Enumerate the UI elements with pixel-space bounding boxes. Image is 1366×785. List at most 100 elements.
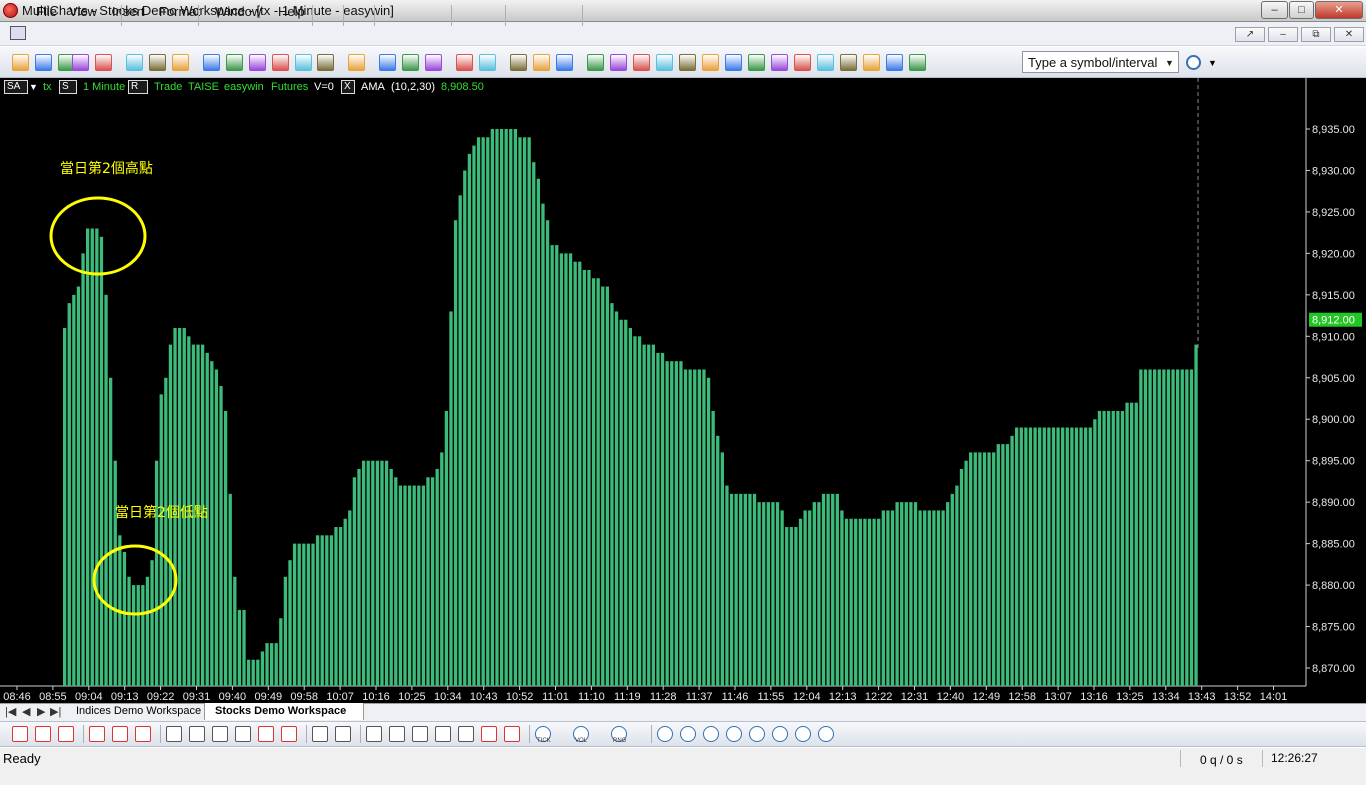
chart-window-icon[interactable] xyxy=(126,54,143,71)
settings-gear-icon[interactable] xyxy=(886,54,903,71)
save-icon[interactable] xyxy=(72,54,89,71)
drag-icon[interactable] xyxy=(533,54,550,71)
scroll-right-icon[interactable] xyxy=(748,54,765,71)
andrews-icon[interactable] xyxy=(235,726,251,742)
arc-icon[interactable] xyxy=(458,726,474,742)
mdi-close-button[interactable]: ✕ xyxy=(1334,27,1364,42)
ellipse-icon[interactable] xyxy=(435,726,451,742)
pitchfork-icon[interactable] xyxy=(135,726,151,742)
menu-insert[interactable]: Insert xyxy=(112,4,145,19)
check-icon[interactable] xyxy=(425,54,442,71)
symbol-input[interactable]: Type a symbol/interval xyxy=(1022,51,1179,73)
strategy-icon[interactable] xyxy=(272,54,289,71)
pointer-icon[interactable] xyxy=(456,54,473,71)
quote-icon[interactable] xyxy=(818,726,834,742)
sync-icon[interactable] xyxy=(680,726,696,742)
close-button[interactable]: ✕ xyxy=(1315,1,1363,19)
bar-back-icon[interactable] xyxy=(610,54,627,71)
format-study-icon[interactable] xyxy=(348,54,365,71)
speed-lines-icon[interactable] xyxy=(281,726,297,742)
mdi-restore-button[interactable]: ⧉ xyxy=(1301,27,1331,42)
x-tick-label: 11:19 xyxy=(614,691,641,703)
menu-window[interactable]: Window xyxy=(215,4,261,19)
move-all-icon[interactable] xyxy=(794,54,811,71)
regression-icon[interactable] xyxy=(212,726,228,742)
gann-square-icon[interactable] xyxy=(312,726,328,742)
channel-icon[interactable] xyxy=(89,726,105,742)
cycle-lines-icon[interactable] xyxy=(258,726,274,742)
grid-icon[interactable] xyxy=(335,726,351,742)
order-bar-icon[interactable] xyxy=(203,54,220,71)
volume-bar xyxy=(757,502,761,686)
volume-bar xyxy=(877,518,881,686)
trendline-icon[interactable] xyxy=(12,726,28,742)
arrow-up-icon[interactable] xyxy=(504,726,520,742)
vertical-line-icon[interactable] xyxy=(58,726,74,742)
scanner-icon[interactable] xyxy=(149,54,166,71)
news-icon[interactable] xyxy=(726,726,742,742)
rectangle-icon[interactable] xyxy=(412,726,428,742)
zoom-window-icon[interactable] xyxy=(556,54,573,71)
zoom-out-icon[interactable] xyxy=(840,54,857,71)
indicator-toggle-x[interactable]: X xyxy=(341,80,355,94)
dom-icon[interactable] xyxy=(749,726,765,742)
tooltip-icon[interactable] xyxy=(510,54,527,71)
arrow-down-icon[interactable] xyxy=(481,726,497,742)
save-as-icon[interactable] xyxy=(95,54,112,71)
eraser-icon[interactable] xyxy=(909,54,926,71)
menu-format[interactable]: Format xyxy=(159,4,200,19)
parallel-lines-icon[interactable] xyxy=(112,726,128,742)
clock-dropdown-arrow-icon[interactable]: ▼ xyxy=(1208,58,1217,68)
watchlist-icon[interactable] xyxy=(795,726,811,742)
market-scanner-icon[interactable] xyxy=(703,726,719,742)
s-toggle[interactable]: S xyxy=(59,80,77,94)
hourglass-icon[interactable] xyxy=(633,54,650,71)
minimize-button[interactable]: – xyxy=(1261,1,1288,19)
dom-icon[interactable] xyxy=(172,54,189,71)
menu-view[interactable]: View xyxy=(69,4,97,19)
text-icon[interactable] xyxy=(389,726,405,742)
document-icon[interactable] xyxy=(10,26,26,40)
scroll-top-icon[interactable] xyxy=(679,54,696,71)
crosshair-icon[interactable] xyxy=(479,54,496,71)
last-sheet-icon[interactable]: ▶| xyxy=(50,705,61,718)
sa-dropdown-icon[interactable]: ▼ xyxy=(29,82,38,92)
gann-fan-icon[interactable] xyxy=(189,726,205,742)
first-sheet-icon[interactable]: |◀ xyxy=(5,705,16,718)
open-icon[interactable] xyxy=(35,54,52,71)
options-icon[interactable] xyxy=(772,726,788,742)
comment-icon[interactable] xyxy=(366,726,382,742)
menu-help[interactable]: Help xyxy=(278,4,305,19)
mdi-minimize-button[interactable]: – xyxy=(1268,27,1298,42)
zoom-in-icon[interactable] xyxy=(817,54,834,71)
scroll-down-icon[interactable] xyxy=(702,54,719,71)
insert-study-icon[interactable] xyxy=(379,54,396,71)
format-instrument-icon[interactable] xyxy=(317,54,334,71)
bar-first-icon[interactable] xyxy=(587,54,604,71)
sa-toggle[interactable]: SA xyxy=(4,80,28,94)
move-icon[interactable] xyxy=(771,54,788,71)
chart-trading-icon[interactable] xyxy=(226,54,243,71)
prev-sheet-icon[interactable]: ◀ xyxy=(22,705,30,718)
scroll-left-icon[interactable] xyxy=(725,54,742,71)
refresh-icon[interactable] xyxy=(863,54,880,71)
dropdown-icon[interactable] xyxy=(295,54,312,71)
fibonacci-icon[interactable] xyxy=(166,726,182,742)
tab-stocks-demo-workspace[interactable]: Stocks Demo Workspace xyxy=(204,703,364,720)
new-icon[interactable] xyxy=(12,54,29,71)
menu-file[interactable]: File xyxy=(36,4,57,19)
scroll-up-icon[interactable] xyxy=(656,54,673,71)
clock-icon[interactable] xyxy=(1186,55,1201,70)
price-chart[interactable]: 8,935.00 8,930.00 8,925.00 8,920.00 8,915.00… xyxy=(0,78,1366,703)
tab-indices-demo-workspace[interactable]: Indices Demo Workspace xyxy=(68,703,203,720)
volume-bar xyxy=(568,253,573,686)
strategy-performance-icon[interactable] xyxy=(402,54,419,71)
restore-workspace-icon[interactable]: ↗ xyxy=(1235,27,1265,42)
symbol-dropdown-arrow-icon[interactable]: ▼ xyxy=(1165,58,1174,68)
alert-icon[interactable] xyxy=(657,726,673,742)
horizontal-line-icon[interactable] xyxy=(35,726,51,742)
portfolio-icon[interactable] xyxy=(249,54,266,71)
maximize-button[interactable]: □ xyxy=(1289,1,1314,19)
next-sheet-icon[interactable]: ▶ xyxy=(37,705,45,718)
r-toggle[interactable]: R xyxy=(128,80,148,94)
